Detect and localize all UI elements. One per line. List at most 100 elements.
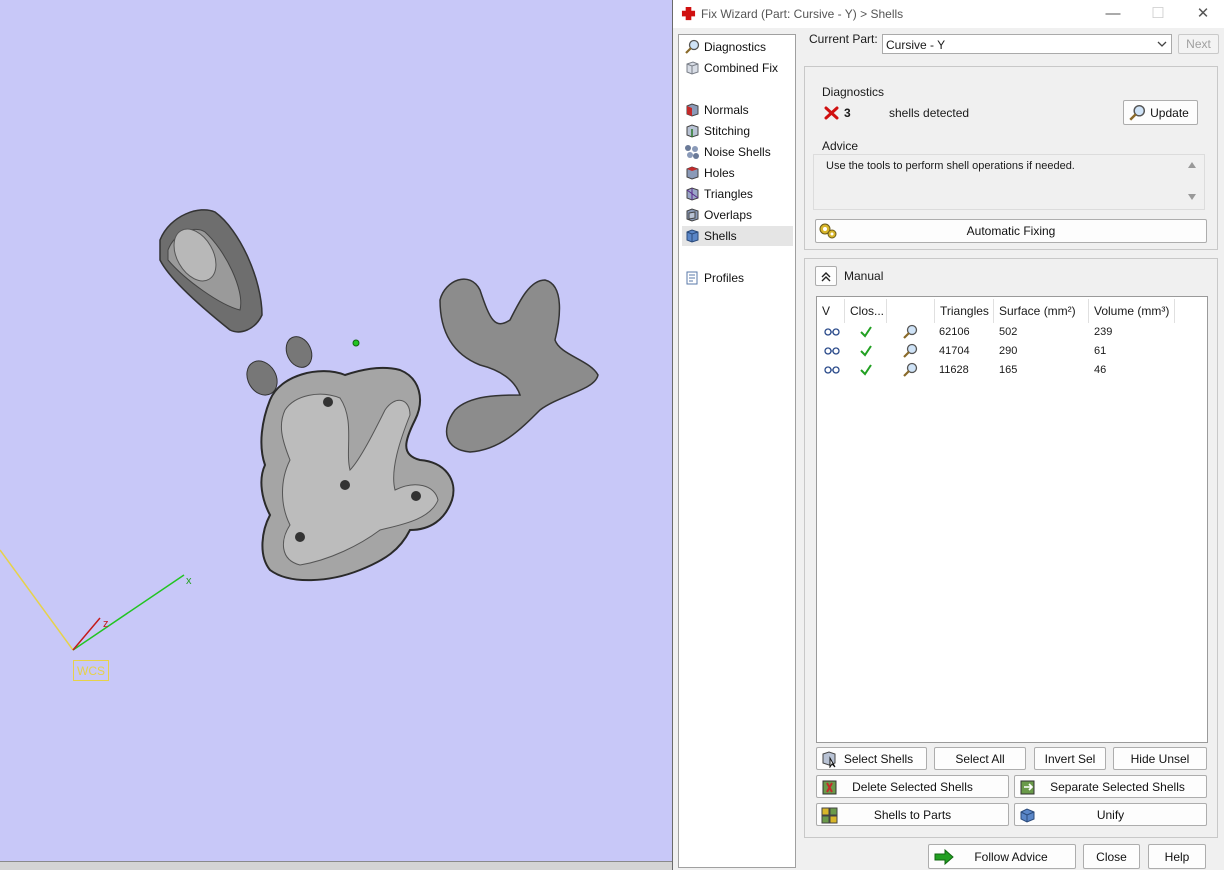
shells-to-parts-icon <box>821 807 838 824</box>
nav-label: Profiles <box>704 271 745 285</box>
collapse-manual-button[interactable] <box>815 266 837 286</box>
column-header-closed[interactable]: Clos... <box>845 299 887 323</box>
bottom-ruler <box>0 861 672 870</box>
normals-icon <box>686 103 699 117</box>
magnifier-icon <box>685 39 700 54</box>
cell-volume: 61 <box>1094 345 1107 357</box>
cell-surface: 502 <box>999 326 1018 338</box>
diagnostics-title: Diagnostics <box>822 85 885 99</box>
nav-label: Combined Fix <box>704 61 779 75</box>
invert-sel-button[interactable]: Invert Sel <box>1034 747 1106 770</box>
current-part-value: Cursive - Y <box>886 38 946 52</box>
column-header-blank[interactable] <box>887 299 935 323</box>
table-row[interactable]: 41704 290 61 <box>817 342 1207 361</box>
column-header-v[interactable]: V <box>817 299 845 323</box>
close-button[interactable]: Close <box>1083 844 1140 869</box>
select-shells-label: Select Shells <box>843 751 914 766</box>
help-button[interactable]: Help <box>1148 844 1206 869</box>
x-axis-line <box>72 574 185 651</box>
manual-title: Manual <box>844 269 884 283</box>
next-button[interactable]: Next <box>1178 34 1219 54</box>
window-title: Fix Wizard (Part: Cursive - Y) > Shells <box>701 7 904 21</box>
shell-count: 3 <box>844 106 851 120</box>
nav-label: Holes <box>704 166 735 180</box>
nav-item-profiles[interactable]: Profiles <box>682 268 793 288</box>
red-cross-icon <box>681 6 696 21</box>
nav-label: Noise Shells <box>704 145 771 159</box>
maximize-button[interactable]: ☐ <box>1143 4 1173 24</box>
column-header-surface[interactable]: Surface (mm²) <box>994 299 1089 323</box>
minimize-button[interactable]: — <box>1098 4 1128 24</box>
double-chevron-up-icon <box>821 272 831 282</box>
visibility-glasses-icon[interactable] <box>824 346 840 356</box>
letter-y-model <box>439 278 599 453</box>
select-all-button[interactable]: Select All <box>934 747 1026 770</box>
delete-selected-shells-label: Delete Selected Shells <box>852 779 973 794</box>
magnifier-icon <box>1129 104 1146 121</box>
advice-box: Use the tools to perform shell operation… <box>813 154 1205 210</box>
checkmark-icon <box>860 364 872 376</box>
nav-item-noise-shells[interactable]: Noise Shells <box>682 142 793 162</box>
close-window-button[interactable]: ✕ <box>1188 4 1218 24</box>
table-row[interactable]: 11628 165 46 <box>817 361 1207 380</box>
nav-item-shells[interactable]: Shells <box>682 226 793 246</box>
triangles-icon <box>686 187 699 201</box>
shells-to-parts-button[interactable]: Shells to Parts <box>816 803 1009 826</box>
zoom-to-shell-icon[interactable] <box>902 343 918 359</box>
overlaps-icon <box>686 208 699 222</box>
column-header-triangles[interactable]: Triangles <box>935 299 994 323</box>
pendant-main-model <box>246 336 455 582</box>
nav-item-holes[interactable]: Holes <box>682 163 793 183</box>
zoom-to-shell-icon[interactable] <box>902 362 918 378</box>
current-part-select[interactable]: Cursive - Y <box>882 34 1172 54</box>
unify-button[interactable]: Unify <box>1014 803 1207 826</box>
cell-triangles: 41704 <box>939 345 970 357</box>
table-row[interactable]: 62106 502 239 <box>817 323 1207 342</box>
cell-triangles: 11628 <box>939 364 969 376</box>
update-label: Update <box>1150 105 1189 120</box>
checkmark-icon <box>860 345 872 357</box>
update-button[interactable]: Update <box>1123 100 1198 125</box>
separate-selected-shells-button[interactable]: Separate Selected Shells <box>1014 775 1207 798</box>
title-bar: Fix Wizard (Part: Cursive - Y) > Shells … <box>673 0 1224 28</box>
gears-icon <box>819 223 837 239</box>
model-render: x z <box>0 209 599 651</box>
nav-item-diagnostics[interactable]: Diagnostics <box>682 37 793 57</box>
delete-selected-shells-button[interactable]: Delete Selected Shells <box>816 775 1009 798</box>
nav-item-triangles[interactable]: Triangles <box>682 184 793 204</box>
separate-shell-icon <box>1020 780 1035 795</box>
shells-to-parts-label: Shells to Parts <box>873 807 952 822</box>
scroll-down-icon[interactable] <box>1187 193 1197 201</box>
chevron-down-icon <box>1157 41 1167 47</box>
nav-label: Diagnostics <box>704 40 767 54</box>
column-header-volume[interactable]: Volume (mm³) <box>1089 299 1175 323</box>
nav-item-overlaps[interactable]: Overlaps <box>682 205 793 225</box>
visibility-glasses-icon[interactable] <box>824 327 840 337</box>
follow-advice-button[interactable]: Follow Advice <box>928 844 1076 869</box>
cell-volume: 46 <box>1094 364 1107 376</box>
visibility-glasses-icon[interactable] <box>824 365 840 375</box>
diagnostics-message: shells detected <box>889 106 970 120</box>
noise-shells-icon <box>685 145 699 159</box>
nav-item-combined-fix[interactable]: Combined Fix <box>682 58 793 78</box>
axis-z-label: z <box>103 618 109 630</box>
advice-text: Use the tools to perform shell operation… <box>826 160 1075 172</box>
select-shells-button[interactable]: Select Shells <box>816 747 927 770</box>
nav-item-stitching[interactable]: Stitching <box>682 121 793 141</box>
scroll-up-icon[interactable] <box>1187 161 1197 169</box>
wcs-label: WCS <box>73 660 109 681</box>
cell-surface: 165 <box>999 364 1018 376</box>
zoom-to-shell-icon[interactable] <box>902 324 918 340</box>
delete-shell-icon <box>822 780 837 795</box>
bail-ring-model <box>159 209 263 333</box>
cube-combined-icon <box>686 61 699 75</box>
automatic-fixing-button[interactable]: Automatic Fixing <box>815 219 1207 243</box>
cell-volume: 239 <box>1094 326 1113 338</box>
hide-unsel-button[interactable]: Hide Unsel <box>1113 747 1207 770</box>
unify-icon <box>1020 808 1035 823</box>
select-cube-icon <box>822 751 836 768</box>
nav-item-normals[interactable]: Normals <box>682 100 793 120</box>
follow-advice-label: Follow Advice <box>974 849 1048 864</box>
3d-viewport[interactable]: x z WCS <box>0 0 672 870</box>
cell-surface: 290 <box>999 345 1018 357</box>
